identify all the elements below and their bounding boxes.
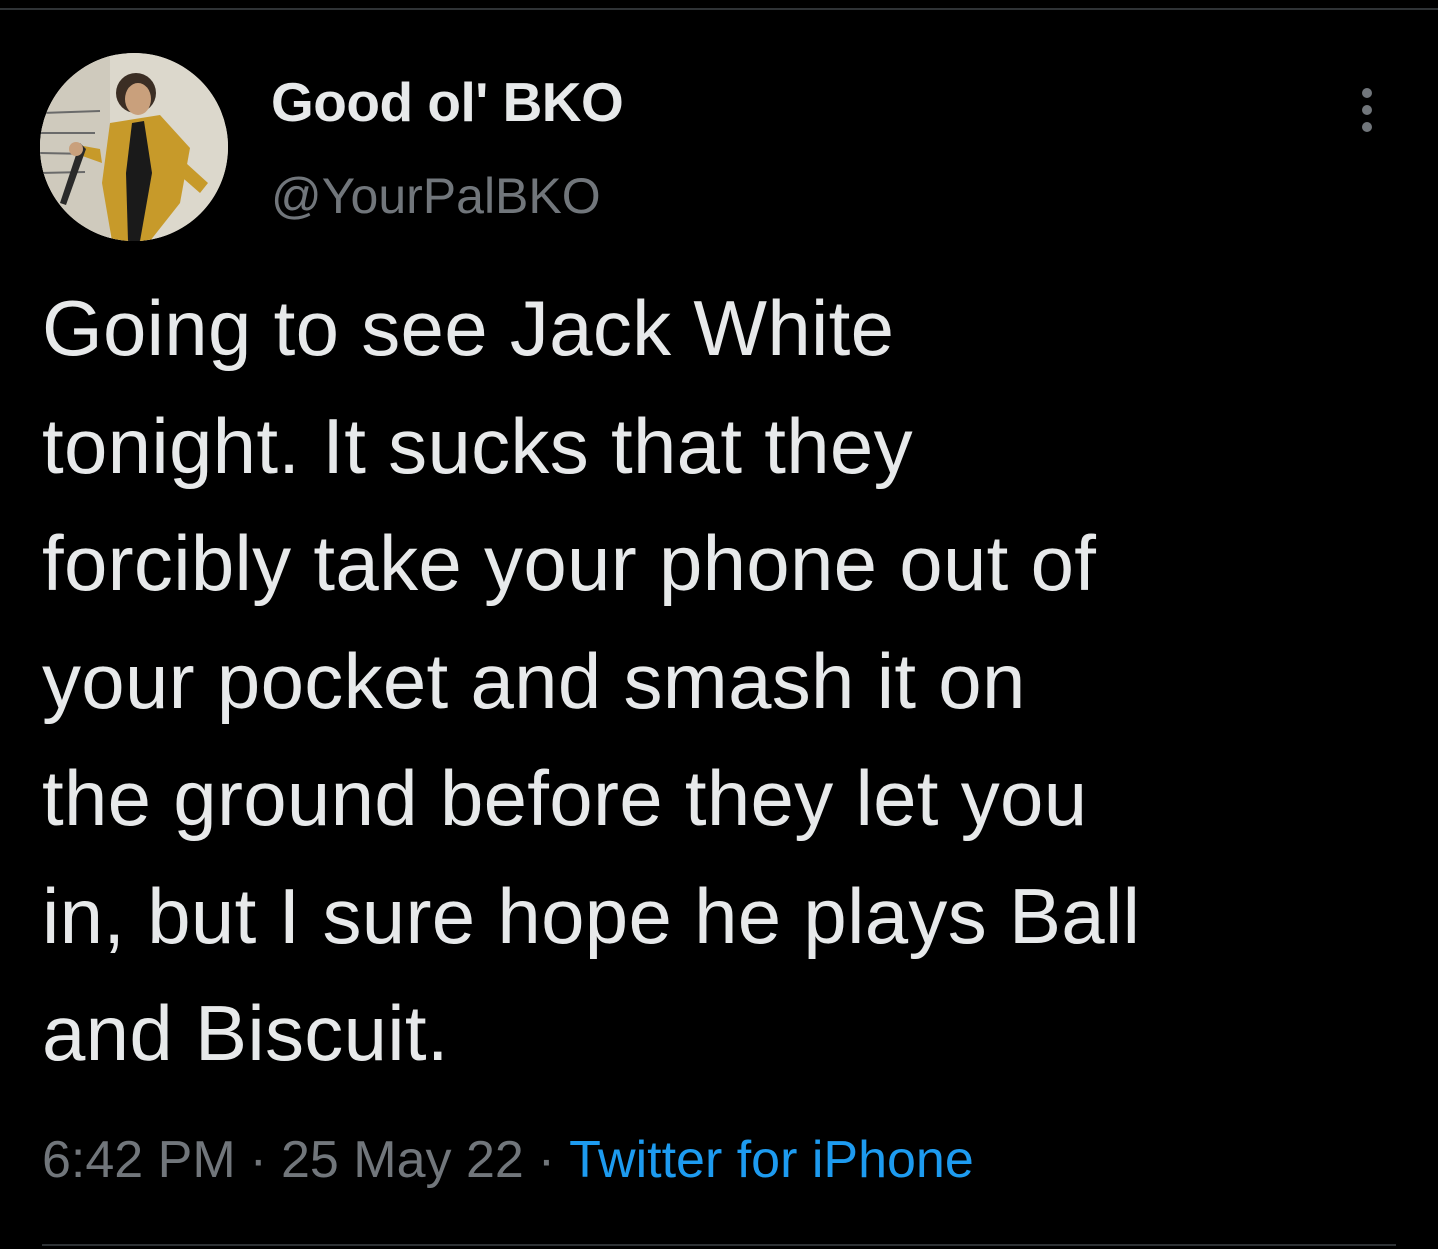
avatar-image: [40, 53, 228, 241]
avatar[interactable]: [40, 53, 228, 241]
tweet-text-line: forcibly take your phone out of: [42, 519, 1097, 607]
more-vertical-icon[interactable]: [1344, 82, 1390, 138]
meta-separator: ·: [249, 1131, 267, 1189]
tweet-source-link[interactable]: Twitter for iPhone: [569, 1131, 974, 1189]
tweet-text-line: and Biscuit.: [42, 989, 449, 1077]
tweet-metadata: 6:42 PM · 25 May 22 · Twitter for iPhone: [42, 1128, 974, 1192]
tweet-date[interactable]: 25 May 22: [281, 1131, 524, 1189]
tweet-text: Going to see Jack White tonight. It suck…: [42, 270, 1412, 1093]
meta-separator: ·: [537, 1131, 556, 1189]
user-handle[interactable]: @YourPalBKO: [271, 166, 601, 226]
bottom-divider: [42, 1244, 1396, 1246]
display-name[interactable]: Good ol' BKO: [271, 70, 624, 134]
more-icon-dot: [1362, 88, 1372, 98]
tweet-text-line: in, but I sure hope he plays Ball: [42, 871, 1141, 960]
more-icon-dot: [1362, 122, 1372, 132]
tweet-text-line: tonight. It sucks that they: [42, 401, 913, 490]
tweet-time[interactable]: 6:42 PM: [42, 1131, 236, 1189]
tweet-text-line: Going to see Jack White: [42, 284, 895, 372]
tweet-text-line: your pocket and smash it on: [42, 636, 1026, 725]
more-icon-dot: [1362, 105, 1372, 115]
tweet-text-line: the ground before they let you: [42, 754, 1088, 842]
tweet-detail: Good ol' BKO @YourPalBKO Going to see Ja…: [0, 0, 1438, 1249]
